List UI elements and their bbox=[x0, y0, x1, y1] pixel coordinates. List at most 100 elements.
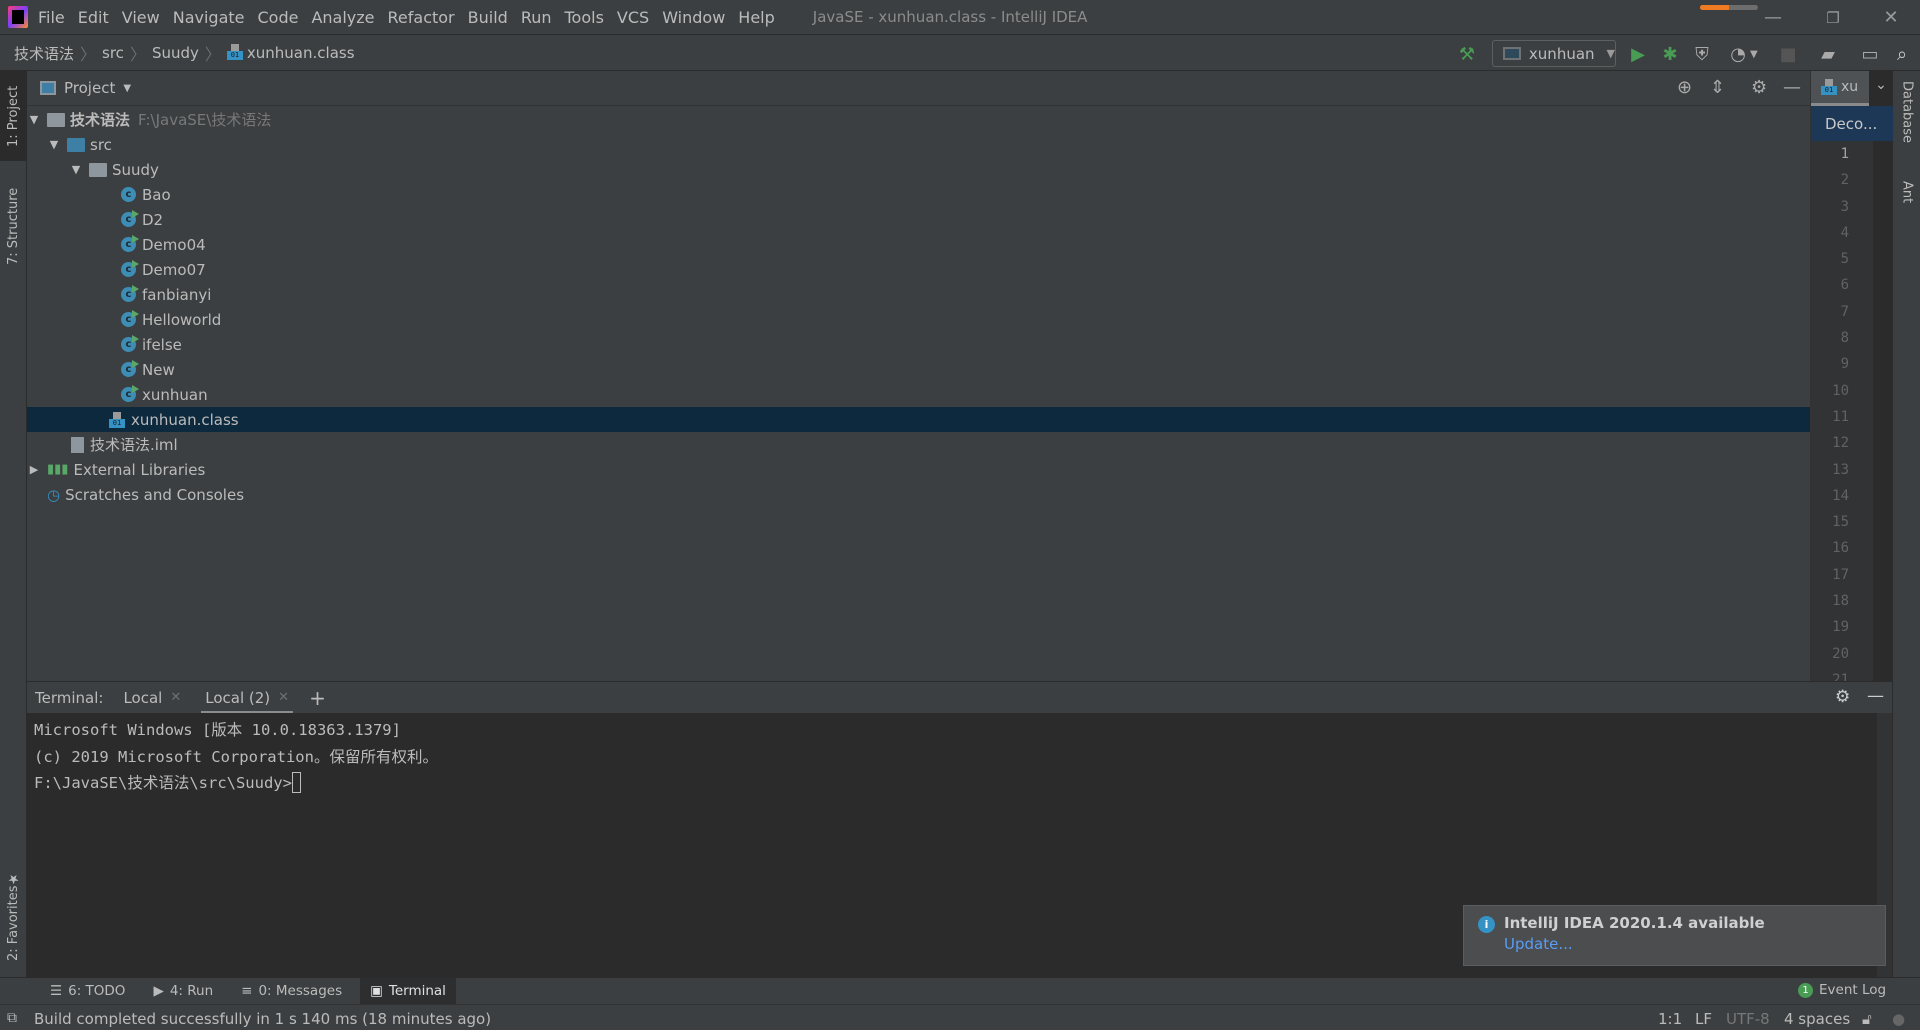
new-terminal-plus-icon[interactable]: + bbox=[309, 686, 326, 710]
gear-icon[interactable]: ⚙ bbox=[1751, 77, 1767, 98]
line-number: 18 bbox=[1832, 593, 1849, 610]
tab-terminal[interactable]: ▣ Terminal bbox=[360, 977, 456, 1005]
menu-vcs[interactable]: VCS bbox=[617, 8, 649, 27]
tree-item-scratches[interactable]: ◷ Scratches and Consoles bbox=[27, 482, 1810, 507]
terminal-line: Microsoft Windows [版本 10.0.18363.1379] bbox=[34, 721, 401, 739]
tab-ant[interactable]: Ant bbox=[1893, 181, 1920, 241]
chevron-down-icon[interactable]: ▼ bbox=[123, 83, 131, 94]
event-log-badge: 1 bbox=[1798, 982, 1813, 998]
inspector-icon[interactable]: ● bbox=[1892, 1010, 1905, 1028]
tab-run[interactable]: ▶ 4: Run bbox=[143, 978, 223, 1005]
hide-panel-icon[interactable]: — bbox=[1867, 686, 1884, 706]
run-icon[interactable]: ▶ bbox=[1624, 40, 1652, 68]
terminal-tab-local[interactable]: Local ✕ bbox=[111, 682, 193, 714]
tab-favorites[interactable]: 2: Favorites ★ bbox=[0, 861, 27, 971]
tab-database[interactable]: Database bbox=[1893, 81, 1920, 161]
tree-item-selected-class-file[interactable]: xunhuan.class bbox=[27, 407, 1810, 432]
menu-build[interactable]: Build bbox=[468, 8, 508, 27]
locate-file-icon[interactable]: ⊕ bbox=[1677, 77, 1692, 98]
menu-tools[interactable]: Tools bbox=[565, 8, 604, 27]
tree-item-src[interactable]: ▼ src bbox=[27, 132, 1810, 157]
caret-position[interactable]: 1:1 bbox=[1658, 1010, 1682, 1028]
run-configuration-select[interactable]: xunhuan ▼ bbox=[1492, 40, 1616, 67]
module-folder-icon bbox=[47, 112, 65, 127]
line-separator[interactable]: LF bbox=[1695, 1010, 1712, 1028]
decompiled-banner[interactable]: Deco... bbox=[1811, 106, 1893, 141]
coverage-icon[interactable]: ⛨ bbox=[1688, 40, 1716, 68]
line-number: 11 bbox=[1832, 408, 1849, 425]
update-link[interactable]: Update... bbox=[1504, 935, 1885, 953]
tree-item-class[interactable]: c ifelse bbox=[27, 332, 1810, 357]
project-structure-icon[interactable]: ▰ bbox=[1814, 40, 1842, 68]
tree-item-class[interactable]: c Bao bbox=[27, 182, 1810, 207]
class-file-icon bbox=[109, 411, 125, 428]
menu-window[interactable]: Window bbox=[662, 8, 725, 27]
menu-edit[interactable]: Edit bbox=[78, 8, 109, 27]
tree-item-class[interactable]: c D2 bbox=[27, 207, 1810, 232]
close-button[interactable]: ✕ bbox=[1862, 0, 1920, 35]
tab-project[interactable]: 1: Project bbox=[0, 71, 27, 161]
expand-arrow-icon[interactable]: ▼ bbox=[69, 163, 83, 176]
tree-item-class[interactable]: c Demo04 bbox=[27, 232, 1810, 257]
iml-label: 技术语法.iml bbox=[90, 436, 178, 454]
breadcrumb-file[interactable]: xunhuan.class bbox=[221, 44, 361, 62]
toggle-tool-windows-icon[interactable]: ⧉ bbox=[7, 1010, 17, 1026]
build-hammer-icon[interactable]: ⚒ bbox=[1453, 40, 1481, 68]
restore-button[interactable]: ❐ bbox=[1804, 0, 1862, 35]
lock-icon[interactable]: 🔓︎ bbox=[1862, 1010, 1872, 1028]
close-icon[interactable]: ✕ bbox=[170, 690, 181, 705]
project-view-select[interactable]: Project bbox=[64, 79, 115, 97]
package-label: Suudy bbox=[112, 160, 159, 179]
tree-item-class[interactable]: c fanbianyi bbox=[27, 282, 1810, 307]
terminal-window-icon[interactable]: ▭ bbox=[1856, 40, 1884, 68]
menu-file[interactable]: File bbox=[38, 8, 65, 27]
menu-run[interactable]: Run bbox=[521, 8, 552, 27]
class-label: D2 bbox=[142, 210, 164, 229]
tabs-dropdown-icon[interactable]: ⌄ bbox=[1869, 77, 1893, 93]
menu-help[interactable]: Help bbox=[738, 8, 774, 27]
collapse-all-icon[interactable]: ⇕ bbox=[1710, 77, 1725, 98]
java-class-icon: c bbox=[121, 385, 139, 402]
tree-item-project-root[interactable]: ▼ 技术语法 F:\JavaSE\技术语法 bbox=[27, 107, 1810, 132]
breadcrumb-package[interactable]: Suudy bbox=[146, 44, 205, 62]
tree-item-class[interactable]: c New bbox=[27, 357, 1810, 382]
tab-messages[interactable]: ≡ 0: Messages bbox=[231, 978, 352, 1005]
tree-item-class[interactable]: c Demo07 bbox=[27, 257, 1810, 282]
menu-code[interactable]: Code bbox=[258, 8, 299, 27]
menu-analyze[interactable]: Analyze bbox=[311, 8, 374, 27]
minimize-button[interactable]: — bbox=[1744, 0, 1802, 35]
menu-refactor[interactable]: Refactor bbox=[388, 8, 455, 27]
tab-todo[interactable]: ☰ 6: TODO bbox=[40, 978, 135, 1005]
expand-arrow-icon[interactable]: ▼ bbox=[27, 113, 41, 126]
event-log-button[interactable]: 1 Event Log bbox=[1798, 982, 1886, 998]
expand-arrow-icon[interactable]: ▶ bbox=[27, 463, 41, 476]
search-icon[interactable]: ⌕ bbox=[1888, 40, 1916, 68]
menu-navigate[interactable]: Navigate bbox=[173, 8, 245, 27]
terminal-line: (c) 2019 Microsoft Corporation。保留所有权利。 bbox=[34, 747, 438, 766]
status-message[interactable]: Build completed successfully in 1 s 140 … bbox=[34, 1010, 491, 1028]
breadcrumb-src[interactable]: src bbox=[96, 44, 130, 62]
profile-icon[interactable]: ◔ ▼ bbox=[1722, 40, 1766, 68]
breadcrumb-project[interactable]: 技术语法 bbox=[0, 43, 80, 64]
java-class-icon: c bbox=[121, 260, 139, 277]
tree-item-iml[interactable]: 技术语法.iml bbox=[27, 432, 1810, 457]
gear-icon[interactable]: ⚙ bbox=[1835, 687, 1850, 707]
tree-item-external-libraries[interactable]: ▶ ▮▮▮ External Libraries bbox=[27, 457, 1810, 482]
menu-view[interactable]: View bbox=[122, 8, 160, 27]
editor-tab[interactable]: xu bbox=[1811, 71, 1869, 106]
expand-arrow-icon[interactable]: ▼ bbox=[47, 138, 61, 151]
java-class-icon: c bbox=[121, 285, 139, 302]
terminal-prompt-line[interactable]: F:\JavaSE\技术语法\src\Suudy> bbox=[34, 770, 1877, 797]
close-icon[interactable]: ✕ bbox=[278, 690, 289, 705]
tree-item-package[interactable]: ▼ Suudy bbox=[27, 157, 1810, 182]
debug-bug-icon[interactable]: ✱ bbox=[1656, 40, 1684, 68]
tree-item-class[interactable]: c xunhuan bbox=[27, 382, 1810, 407]
hide-panel-icon[interactable]: — bbox=[1783, 77, 1801, 98]
line-number-gutter: 1 2 3 4 5 6 7 8 9 10 11 12 13 14 15 16 17 18 19 20 21 bbox=[1811, 141, 1873, 688]
indent-setting[interactable]: 4 spaces bbox=[1784, 1010, 1850, 1028]
tab-structure[interactable]: 7: Structure bbox=[0, 171, 27, 281]
terminal-tab-local-2[interactable]: Local (2) ✕ bbox=[193, 682, 301, 714]
update-notification[interactable]: i IntelliJ IDEA 2020.1.4 available Updat… bbox=[1463, 905, 1886, 966]
tree-item-class[interactable]: c Helloworld bbox=[27, 307, 1810, 332]
libraries-icon: ▮▮▮ bbox=[47, 462, 69, 477]
